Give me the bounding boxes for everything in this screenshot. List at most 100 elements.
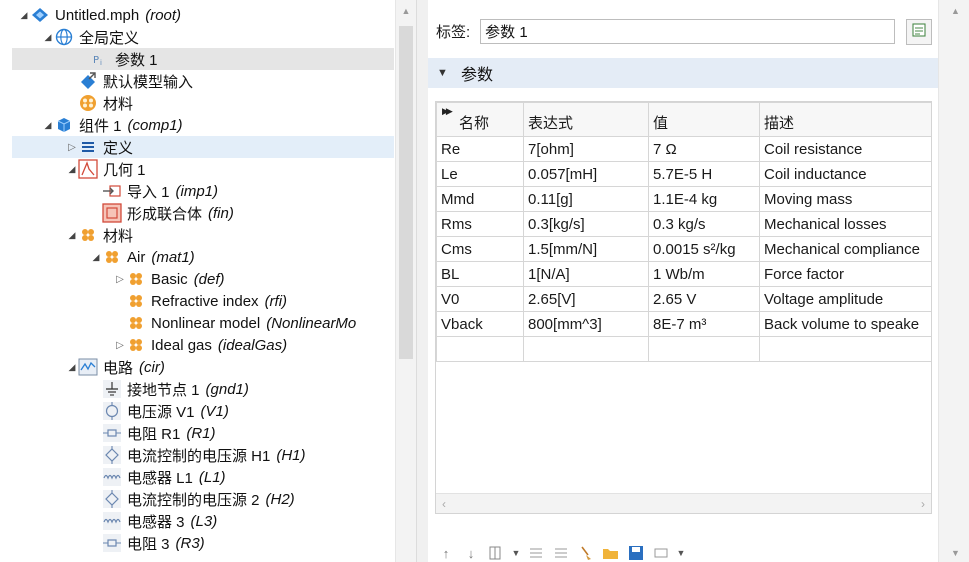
expand-toggle[interactable]: ▷: [114, 268, 126, 290]
tree-node-basic[interactable]: ▷ Basic (def): [0, 268, 396, 290]
tree-node-nonlinear-model[interactable]: Nonlinear model (NonlinearMo: [0, 312, 396, 334]
collapse-toggle[interactable]: ◢: [42, 114, 54, 136]
label-input[interactable]: [480, 19, 896, 44]
cell-name[interactable]: Vback: [436, 311, 524, 337]
cell-expression[interactable]: 0.3[kg/s]: [523, 211, 649, 237]
cell-expression[interactable]: 2.65[V]: [523, 286, 649, 312]
collapse-toggle[interactable]: ◢: [66, 356, 78, 378]
tree-node-definitions[interactable]: ▷ 定义: [12, 136, 394, 158]
column-header-name[interactable]: ▶▶ 名称: [436, 102, 524, 137]
export-icon[interactable]: [651, 544, 671, 562]
table-row[interactable]: Rms 0.3[kg/s] 0.3 kg/s Mechanical losses: [436, 211, 931, 237]
tree-node-component-1[interactable]: ◢ 组件 1 (comp1): [0, 114, 396, 136]
cell-description[interactable]: Coil inductance: [759, 161, 931, 187]
open-folder-icon[interactable]: [601, 544, 621, 562]
tree-node-parameters-1[interactable]: Pi 参数 1: [12, 48, 394, 70]
tree-node-inductor-3[interactable]: 电感器 3 (L3): [0, 510, 396, 532]
cell-description[interactable]: Moving mass: [759, 186, 931, 212]
tree-node-ccvs-h1[interactable]: 电流控制的电压源 H1 (H1): [0, 444, 396, 466]
collapse-toggle[interactable]: ◢: [66, 224, 78, 246]
table-row[interactable]: BL 1[N/A] 1 Wb/m Force factor: [436, 261, 931, 287]
tree-node-refractive-index[interactable]: Refractive index (rfi): [0, 290, 396, 312]
cell-description[interactable]: Mechanical compliance: [759, 236, 931, 262]
delete-list-icon[interactable]: [551, 544, 571, 562]
tree-node-resistor-r1[interactable]: 电阻 R1 (R1): [0, 422, 396, 444]
scrollbar-thumb[interactable]: [399, 26, 413, 359]
column-header-expression[interactable]: 表达式: [523, 102, 649, 137]
cell-description[interactable]: Voltage amplitude: [759, 286, 931, 312]
tree-node-ideal-gas[interactable]: ▷ Ideal gas (idealGas): [0, 334, 396, 356]
cell-description[interactable]: Force factor: [759, 261, 931, 287]
cell-name[interactable]: [436, 336, 524, 362]
expand-toggle[interactable]: ▷: [114, 334, 126, 356]
column-header-description[interactable]: 描述: [759, 102, 931, 137]
table-row[interactable]: Le 0.057[mH] 5.7E-5 H Coil inductance: [436, 161, 931, 187]
cell-expression[interactable]: 0.11[g]: [523, 186, 649, 212]
move-up-icon[interactable]: ↑: [436, 544, 456, 562]
tree-vertical-scrollbar[interactable]: ▲: [395, 0, 416, 562]
move-down-icon[interactable]: ↓: [461, 544, 481, 562]
save-icon[interactable]: [626, 544, 646, 562]
tree-node-global-definitions[interactable]: ◢ 全局定义: [0, 26, 396, 48]
tree-node-global-materials[interactable]: 材料: [0, 92, 396, 114]
cell-description[interactable]: Coil resistance: [759, 136, 931, 162]
column-header-value[interactable]: 值: [648, 102, 760, 137]
tree-node-air[interactable]: ◢ Air (mat1): [0, 246, 396, 268]
scroll-left-arrow-icon[interactable]: ‹: [442, 497, 446, 511]
cell-expression[interactable]: 7[ohm]: [523, 136, 649, 162]
scroll-up-arrow-icon[interactable]: ▲: [400, 6, 412, 18]
tree-node-resistor-3[interactable]: 电阻 3 (R3): [0, 532, 396, 554]
cell-description[interactable]: [759, 336, 931, 362]
table-row[interactable]: Mmd 0.11[g] 1.1E-4 kg Moving mass: [436, 186, 931, 212]
cell-expression[interactable]: 800[mm^3]: [523, 311, 649, 337]
collapse-toggle[interactable]: ◢: [66, 158, 78, 180]
scroll-down-arrow-icon[interactable]: ▼: [951, 548, 960, 558]
cell-expression[interactable]: 1[N/A]: [523, 261, 649, 287]
table-row[interactable]: V0 2.65[V] 2.65 V Voltage amplitude: [436, 286, 931, 312]
tree-node-circuit[interactable]: ◢ 电路 (cir): [0, 356, 396, 378]
label-options-button[interactable]: [906, 19, 932, 45]
table-row[interactable]: Re 7[ohm] 7 Ω Coil resistance: [436, 136, 931, 162]
tree-node-voltage-source[interactable]: 电压源 V1 (V1): [0, 400, 396, 422]
cell-description[interactable]: Mechanical losses: [759, 211, 931, 237]
cell-name[interactable]: Cms: [436, 236, 524, 262]
clear-table-broom-icon[interactable]: [576, 544, 596, 562]
cell-name[interactable]: Mmd: [436, 186, 524, 212]
tree-node-ground-node[interactable]: 接地节点 1 (gnd1): [0, 378, 396, 400]
cell-name[interactable]: V0: [436, 286, 524, 312]
tree-node-form-union[interactable]: 形成联合体 (fin): [0, 202, 396, 224]
cell-expression[interactable]: [523, 336, 649, 362]
table-row-empty[interactable]: [436, 336, 931, 362]
dropdown-arrow-icon[interactable]: ▼: [511, 544, 521, 562]
cell-name[interactable]: Rms: [436, 211, 524, 237]
settings-vertical-scrollbar[interactable]: ▲ ▼: [938, 0, 969, 562]
cell-name[interactable]: Re: [436, 136, 524, 162]
list-icon[interactable]: [526, 544, 546, 562]
expand-toggle[interactable]: ▷: [66, 136, 78, 158]
tree-node-default-model-inputs[interactable]: 默认模型输入: [0, 70, 396, 92]
table-horizontal-scrollbar[interactable]: ‹ ›: [436, 493, 931, 513]
section-collapse-icon[interactable]: ▼: [437, 67, 448, 79]
insert-column-icon[interactable]: [486, 544, 506, 562]
expand-columns-icon[interactable]: ▶▶: [442, 106, 453, 117]
tree-node-inductor-l1[interactable]: 电感器 L1 (L1): [0, 466, 396, 488]
cell-description[interactable]: Back volume to speake: [759, 311, 931, 337]
tree-node-import-1[interactable]: 导入 1 (imp1): [0, 180, 396, 202]
tree-node-materials[interactable]: ◢ 材料: [0, 224, 396, 246]
panel-splitter[interactable]: [416, 0, 428, 562]
more-dropdown-arrow-icon[interactable]: ▼: [676, 544, 686, 562]
collapse-toggle[interactable]: ◢: [42, 26, 54, 48]
collapse-toggle[interactable]: ◢: [18, 4, 30, 26]
table-row[interactable]: Vback 800[mm^3] 8E-7 m³ Back volume to s…: [436, 311, 931, 337]
scroll-up-arrow-icon[interactable]: ▲: [951, 6, 960, 16]
tree-node-geometry-1[interactable]: ◢ 几何 1: [0, 158, 396, 180]
tree-node-root[interactable]: ◢ Untitled.mph (root): [0, 4, 396, 26]
table-row[interactable]: Cms 1.5[mm/N] 0.0015 s²/kg Mechanical co…: [436, 236, 931, 262]
collapse-toggle[interactable]: ◢: [90, 246, 102, 268]
cell-expression[interactable]: 0.057[mH]: [523, 161, 649, 187]
tree-node-ccvs-2[interactable]: 电流控制的电压源 2 (H2): [0, 488, 396, 510]
scroll-right-arrow-icon[interactable]: ›: [921, 497, 925, 511]
cell-expression[interactable]: 1.5[mm/N]: [523, 236, 649, 262]
cell-name[interactable]: Le: [436, 161, 524, 187]
parameters-section-header[interactable]: ▼ 参数: [428, 58, 938, 88]
